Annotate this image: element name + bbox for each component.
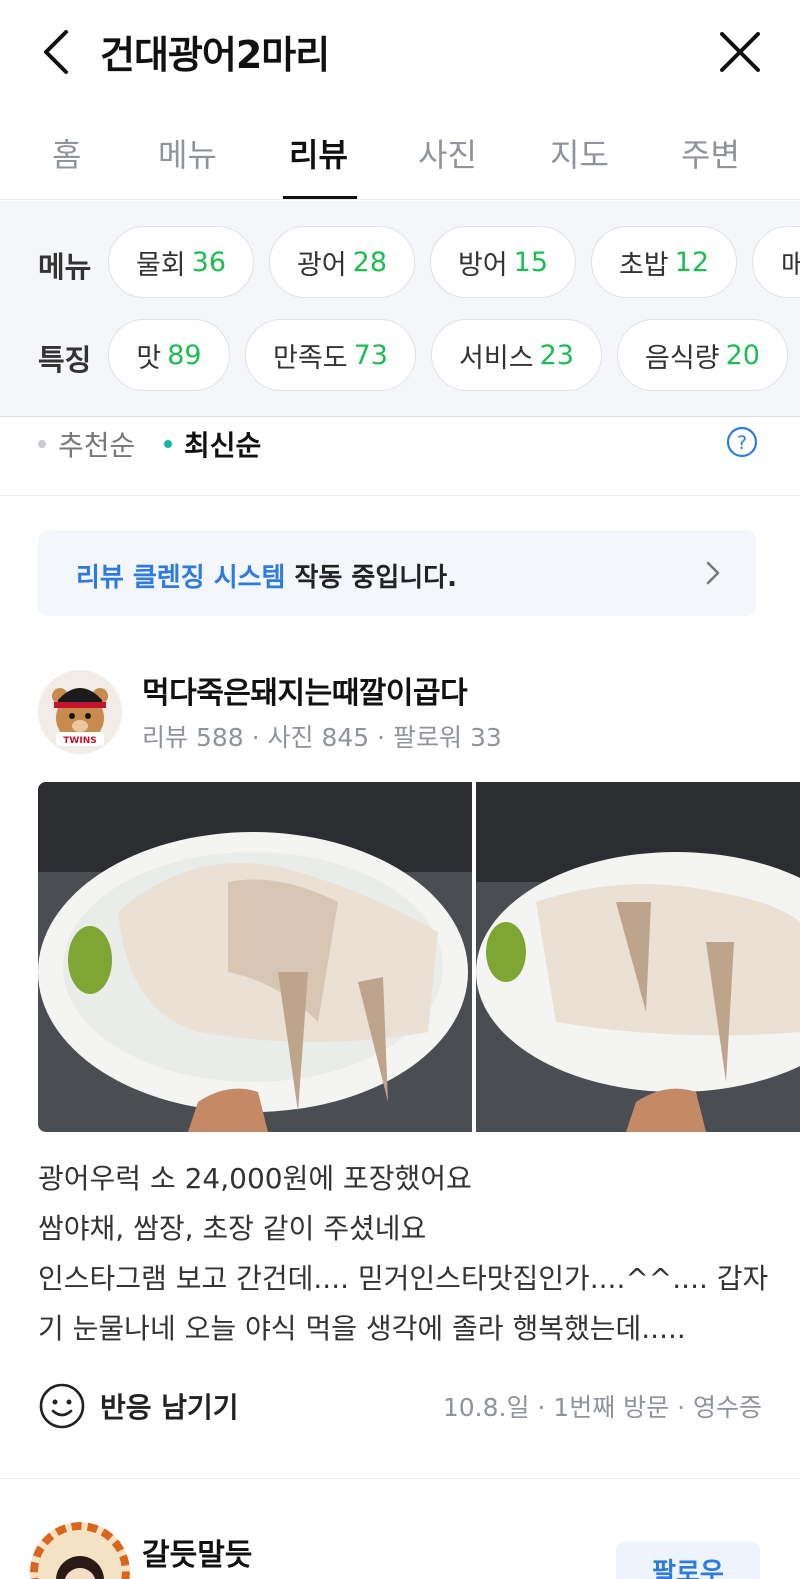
menu-chip[interactable]: 물회 36 [108,226,254,298]
review-line: 기 눈물나네 오늘 야식 먹을 생각에 졸라 행복했는데..... [38,1312,686,1345]
feature-chip[interactable]: 만족도 73 [245,319,416,391]
tab-review[interactable]: 리뷰 [289,130,348,176]
menu-filter-label: 메뉴 [38,250,92,284]
bear-mascot-avatar-icon: TWINS [38,670,122,754]
smiley-icon [39,1383,85,1429]
menu-chip[interactable]: 매 [752,226,800,298]
avatar-illustration-icon [30,1522,130,1579]
tab-menu[interactable]: 메뉴 [158,130,217,176]
visit-meta: 10.8.일 · 1번째 방문 · 영수증 [442,1393,762,1422]
chip-count: 89 [167,339,202,371]
avatar-text: TWINS [63,736,96,746]
chip-label: 초밥 [618,249,669,281]
sort-recommended[interactable]: 추천순 [38,424,135,464]
reaction-label: 반응 남기기 [100,1391,239,1424]
chip-label: 물회 [135,249,186,281]
feature-chip[interactable]: 서비스 23 [431,319,602,391]
review-photo[interactable] [38,782,472,1132]
close-icon [720,32,760,72]
chip-label: 서비스 [459,342,534,374]
review-photo[interactable] [476,782,800,1132]
active-tab-indicator [283,196,357,199]
chip-count: 20 [725,339,760,371]
sort-latest[interactable]: 최신순 [164,424,261,464]
sort-dot [164,440,172,448]
back-button[interactable] [36,26,80,78]
page-title: 건대광어2마리 [100,33,330,77]
review-line: 인스타그램 보고 간건데.... 믿거인스타맛집인가....^^.... 갑자 [38,1262,769,1295]
user-name[interactable]: 갈듯말듯 [142,1530,252,1574]
help-button[interactable]: ? [726,426,758,458]
user-stats: 리뷰 588 · 사진 845 · 팔로워 33 [142,723,502,752]
chip-label: 매 [781,243,800,282]
tab-bar: 홈 메뉴 리뷰 사진 지도 주변 [0,104,800,200]
menu-chip[interactable]: 방어 15 [430,226,576,298]
chip-label: 만족도 [273,342,348,374]
sort-label: 추천순 [58,429,136,462]
tab-nearby[interactable]: 주변 [681,130,740,176]
header: 건대광어2마리 [0,0,800,104]
chip-label: 음식량 [645,342,720,374]
chip-count: 12 [674,246,710,278]
feature-chip[interactable]: 맛 89 [108,319,230,391]
chevron-right-icon [706,561,720,585]
chip-count: 15 [513,246,549,278]
menu-chip[interactable]: 초밥 12 [591,226,737,298]
chip-count: 36 [191,246,227,278]
notice-highlight: 리뷰 클렌징 시스템 [76,563,286,593]
menu-chip[interactable]: 광어 28 [269,226,415,298]
review-photos[interactable] [38,782,800,1132]
notice-rest: 작동 중입니다. [285,563,457,593]
review-divider [0,1478,800,1479]
chip-label: 맛 [136,342,162,374]
close-button[interactable] [716,26,764,78]
tab-home[interactable]: 홈 [52,130,81,176]
reaction-button[interactable]: 반응 남기기 [38,1380,239,1432]
chevron-left-icon [44,30,68,74]
review-filters: 메뉴 물회36 광어28 방어15 초밥12 매 특징 맛89 만족도73 서비… [0,201,800,417]
feature-chip[interactable]: 음식량 20 [617,319,788,391]
feature-filter-label: 특징 [38,343,92,377]
tab-photo[interactable]: 사진 [418,130,477,176]
avatar[interactable] [30,1522,130,1579]
sort-bar: 추천순 최신순 ? [0,418,800,496]
chip-label: 광어 [296,249,347,281]
follow-button[interactable]: 팔로우 [616,1542,760,1579]
sort-label: 최신순 [184,429,262,462]
review-body[interactable]: 광어우럭 소 24,000원에 포장했어요 쌈야채, 쌈장, 초장 같이 주셨네… [38,1154,769,1354]
chip-count: 28 [352,246,388,278]
tab-map[interactable]: 지도 [550,130,609,176]
cleansing-notice[interactable]: 리뷰 클렌징 시스템 작동 중입니다. [38,530,756,616]
sort-dot [38,440,46,448]
follow-label: 팔로우 [652,1558,724,1579]
user-name[interactable]: 먹다죽은돼지는때깔이곱다 [142,668,468,712]
review-line: 쌈야채, 쌈장, 초장 같이 주셨네요 [38,1212,427,1245]
notice-text: 리뷰 클렌징 시스템 작동 중입니다. [76,557,457,594]
svg-text:?: ? [737,432,747,454]
chip-count: 73 [353,339,388,371]
chip-count: 23 [539,339,574,371]
chip-label: 방어 [457,249,508,281]
review-line: 광어우럭 소 24,000원에 포장했어요 [38,1162,472,1195]
question-icon: ? [726,426,758,458]
avatar[interactable]: TWINS [38,670,122,754]
